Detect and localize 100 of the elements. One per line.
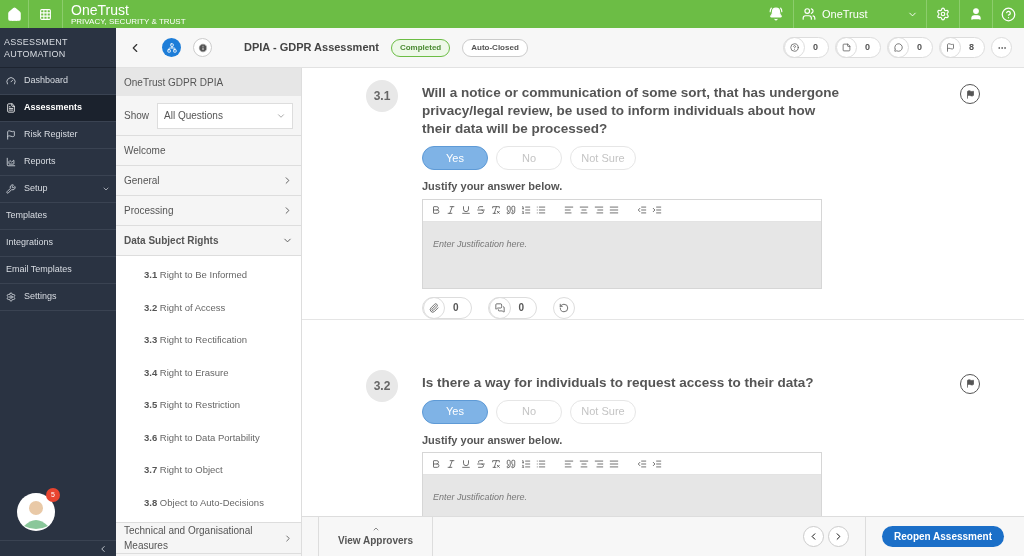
underline-icon[interactable] bbox=[461, 458, 471, 469]
clear-format-icon[interactable] bbox=[491, 458, 501, 469]
question-link[interactable]: 3.6 Right to Data Portability bbox=[116, 421, 301, 454]
bullet-list-icon[interactable] bbox=[536, 458, 546, 469]
align-right-icon[interactable] bbox=[594, 205, 604, 215]
question-link[interactable]: 3.4 Right to Erasure bbox=[116, 356, 301, 389]
counter-button[interactable]: 0 bbox=[834, 37, 881, 58]
chevron-down-icon bbox=[102, 185, 110, 193]
show-label: Show bbox=[124, 109, 149, 123]
align-center-icon[interactable] bbox=[579, 458, 589, 469]
logo-text: OneTrust bbox=[71, 2, 130, 17]
section-item[interactable]: General bbox=[116, 166, 301, 196]
counter-button[interactable]: 0 bbox=[782, 37, 829, 58]
question-text: Will a notice or communication of some sort, that has undergone privacy/legal review, be used to inform individuals about how their data will be processed? bbox=[422, 84, 840, 138]
question-link[interactable]: 3.3 Right to Rectification bbox=[116, 324, 301, 357]
status-badge: Auto-Closed bbox=[462, 38, 528, 57]
question-link[interactable]: 3.2 Right of Access bbox=[116, 291, 301, 324]
flag-icon bbox=[6, 130, 16, 140]
collapse-sidebar-button[interactable] bbox=[98, 543, 108, 554]
bold-icon[interactable] bbox=[431, 458, 441, 469]
indent-icon[interactable] bbox=[652, 458, 662, 469]
numbered-list-icon[interactable] bbox=[521, 205, 531, 215]
justification-editor[interactable]: Enter Justification here. bbox=[422, 452, 822, 516]
bold-icon[interactable] bbox=[431, 205, 441, 215]
previous-button[interactable] bbox=[803, 526, 824, 547]
quote-icon[interactable] bbox=[506, 205, 516, 215]
next-button[interactable] bbox=[828, 526, 849, 547]
question-number: 3.1 bbox=[366, 80, 398, 112]
users-icon bbox=[802, 7, 816, 21]
italic-icon[interactable] bbox=[446, 205, 456, 215]
align-right-icon[interactable] bbox=[594, 458, 604, 469]
question-link[interactable]: 3.8 Object to Auto-Decisions bbox=[116, 486, 301, 519]
user-icon bbox=[969, 7, 983, 21]
question-number: 3.2 bbox=[366, 369, 398, 402]
placeholder-text: Enter Justification here. bbox=[433, 238, 528, 249]
underline-icon[interactable] bbox=[461, 205, 471, 215]
justify-label: Justify your answer below. bbox=[422, 179, 564, 194]
wrench-icon bbox=[6, 184, 16, 194]
bell-icon bbox=[769, 7, 783, 21]
clear-format-icon[interactable] bbox=[491, 205, 501, 215]
question-link[interactable]: 3.5 Right to Restriction bbox=[116, 389, 301, 422]
undo-icon bbox=[559, 302, 570, 313]
avatar-icon bbox=[16, 492, 56, 532]
comment-icon bbox=[893, 43, 903, 52]
sidebar-item[interactable]: Assessments bbox=[0, 95, 116, 122]
paperclip-icon bbox=[429, 302, 439, 313]
gauge-icon bbox=[6, 76, 16, 86]
info-button[interactable] bbox=[193, 38, 212, 57]
area-chart-icon bbox=[6, 157, 16, 167]
hierarchy-icon bbox=[166, 42, 177, 53]
question-link[interactable]: 3.7 Right to Object bbox=[116, 454, 301, 487]
numbered-list-icon[interactable] bbox=[521, 458, 531, 469]
grid-icon bbox=[39, 7, 52, 21]
outdent-icon[interactable] bbox=[637, 205, 647, 215]
align-justify-icon[interactable] bbox=[609, 205, 619, 215]
chevron-left-icon bbox=[98, 543, 108, 554]
hierarchy-button[interactable] bbox=[162, 38, 181, 57]
strikethrough-icon[interactable] bbox=[476, 205, 486, 215]
placeholder-text: Enter Justification here. bbox=[433, 492, 528, 502]
outdent-icon[interactable] bbox=[637, 458, 647, 469]
more-button[interactable] bbox=[991, 37, 1012, 58]
question-filter-dropdown[interactable]: All Questions bbox=[157, 102, 293, 129]
navigator-title: OneTrust GDPR DPIA bbox=[116, 68, 301, 96]
justify-label: Justify your answer below. bbox=[422, 432, 564, 448]
reopen-assessment-button[interactable]: Reopen Assessment bbox=[882, 526, 1004, 547]
chevron-right-icon bbox=[283, 532, 293, 544]
status-badge: Completed bbox=[390, 38, 451, 57]
flag-icon bbox=[965, 89, 975, 99]
strikethrough-icon[interactable] bbox=[476, 458, 486, 469]
bullet-list-icon[interactable] bbox=[536, 205, 546, 215]
help-icon bbox=[1001, 6, 1016, 22]
comments-icon bbox=[494, 302, 505, 313]
flag-icon bbox=[965, 379, 975, 388]
align-center-icon[interactable] bbox=[579, 205, 589, 215]
help-icon bbox=[789, 43, 799, 52]
align-left-icon[interactable] bbox=[564, 205, 574, 215]
align-justify-icon[interactable] bbox=[609, 458, 619, 469]
settings-icon bbox=[936, 7, 950, 21]
counter-button[interactable]: 8 bbox=[939, 37, 985, 58]
justification-editor[interactable]: Enter Justification here. bbox=[422, 198, 822, 289]
counter-button[interactable]: 0 bbox=[886, 37, 933, 58]
home-icon bbox=[6, 6, 22, 22]
align-left-icon[interactable] bbox=[564, 458, 574, 469]
question-link[interactable]: 3.1 Right to Be Informed bbox=[116, 259, 301, 292]
section-item[interactable]: Welcome bbox=[116, 136, 301, 166]
info-icon bbox=[197, 42, 208, 53]
logo-tagline: PRIVACY, SECURITY & TRUST bbox=[71, 17, 186, 26]
chevron-up-icon bbox=[371, 525, 380, 533]
section-item[interactable]: Processing bbox=[116, 196, 301, 226]
document-icon bbox=[6, 103, 16, 113]
question-text: Is there a way for individuals to request access to their data? bbox=[422, 373, 815, 392]
assessment-title: DPIA - GDPR Assessment bbox=[244, 40, 379, 56]
indent-icon[interactable] bbox=[652, 205, 662, 215]
section-item[interactable]: Technical and Organisational Measures bbox=[116, 523, 301, 554]
view-approvers-button[interactable]: View Approvers bbox=[318, 516, 433, 556]
flag-icon bbox=[946, 43, 955, 52]
quote-icon[interactable] bbox=[506, 458, 516, 469]
italic-icon[interactable] bbox=[446, 458, 456, 469]
settings-icon bbox=[6, 292, 16, 302]
note-icon bbox=[841, 43, 851, 52]
